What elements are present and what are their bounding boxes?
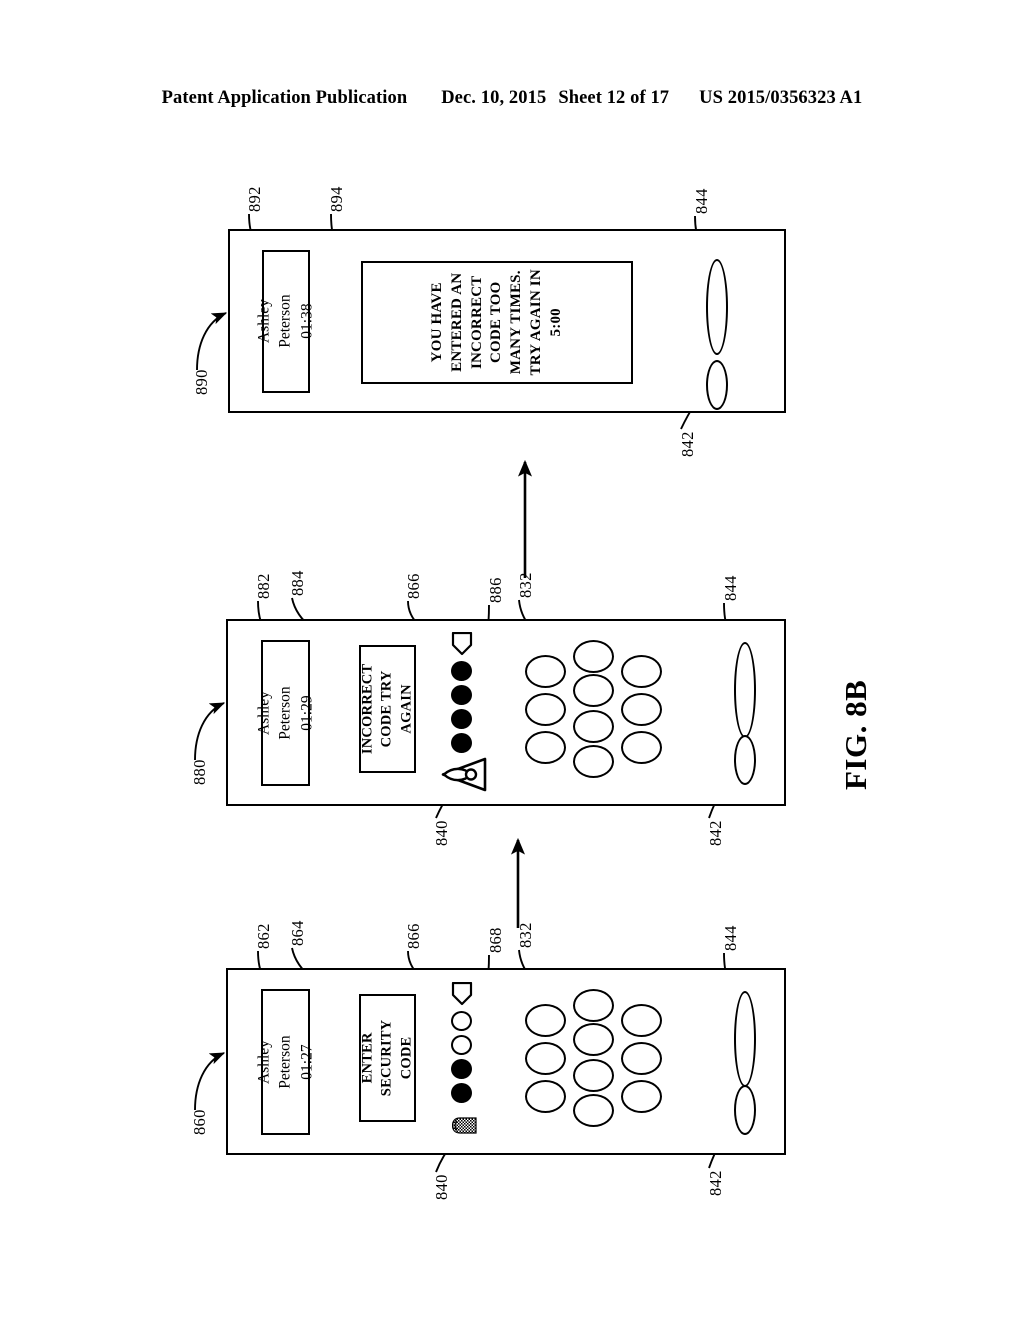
- message-line: CODE: [398, 1036, 415, 1080]
- callout-832-880: 832: [516, 572, 535, 598]
- code-dots-886: [451, 661, 472, 753]
- callout-832-860: 832: [516, 922, 535, 948]
- callout-844-890: 844: [692, 188, 711, 214]
- keypad-key[interactable]: [525, 1080, 566, 1113]
- code-dot: [451, 1035, 472, 1055]
- keypad-key[interactable]: [525, 731, 566, 764]
- message-box-894: YOU HAVE ENTERED AN INCORRECT CODE TOO M…: [361, 261, 633, 384]
- caller-name-862: Ashley Peterson: [255, 1035, 294, 1089]
- fingerprint-icon[interactable]: [452, 1117, 478, 1134]
- keypad-key[interactable]: [573, 1094, 614, 1127]
- callout-842-890: 842: [678, 431, 697, 457]
- callout-884: 884: [288, 570, 307, 596]
- callout-842-880: 842: [706, 820, 725, 846]
- keypad-key[interactable]: [573, 1059, 614, 1092]
- keypad-832[interactable]: [525, 989, 685, 1127]
- callout-890: 890: [192, 369, 211, 395]
- figure-label: FIG. 8B: [838, 679, 873, 790]
- message-line: INCORRECT: [468, 275, 485, 370]
- message-line: SECURITY: [378, 1019, 395, 1097]
- call-timer-882: 01:29: [298, 695, 316, 731]
- figure-8b: Ashley Peterson 01:38 YOU HAVE ENTERED A…: [0, 0, 1024, 1320]
- callout-894: 894: [327, 186, 346, 212]
- callout-862: 862: [254, 923, 273, 949]
- device-button-842[interactable]: [734, 735, 756, 785]
- shield-icon: [451, 632, 473, 656]
- device-button-842[interactable]: [706, 360, 728, 410]
- message-line: YOU HAVE: [428, 282, 445, 363]
- message-line: TRY AGAIN IN: [527, 269, 544, 376]
- status-box-892: Ashley Peterson 01:38: [256, 250, 316, 393]
- message-line: CODE TOO: [488, 281, 505, 364]
- message-line: ENTER: [359, 1032, 376, 1084]
- shield-icon: [451, 982, 473, 1006]
- message-line: ENTERED AN: [448, 272, 465, 373]
- callout-866-860: 866: [404, 923, 423, 949]
- callout-842-860: 842: [706, 1170, 725, 1196]
- keypad-key[interactable]: [621, 1080, 662, 1113]
- caller-name-882: Ashley Peterson: [255, 686, 294, 740]
- callout-886: 886: [486, 577, 505, 603]
- keypad-key[interactable]: [525, 1004, 566, 1037]
- code-dot: [451, 661, 472, 681]
- callout-844-860: 844: [721, 925, 740, 951]
- keypad-key[interactable]: [621, 693, 662, 726]
- keypad-key[interactable]: [621, 655, 662, 688]
- call-timer-892: 01:38: [298, 303, 316, 340]
- message-box-864: ENTER SECURITY CODE: [359, 994, 416, 1122]
- callout-892: 892: [245, 186, 264, 212]
- callout-864: 864: [288, 920, 307, 946]
- device-button-844[interactable]: [734, 642, 756, 738]
- message-line: INCORRECT: [359, 663, 376, 755]
- keypad-key[interactable]: [621, 731, 662, 764]
- message-box-884: INCORRECT CODE TRY AGAIN: [359, 645, 416, 773]
- keypad-key[interactable]: [573, 1023, 614, 1056]
- code-dot: [451, 1011, 472, 1031]
- callout-882: 882: [254, 573, 273, 599]
- keypad-key[interactable]: [525, 655, 566, 688]
- callout-880: 880: [190, 759, 209, 785]
- code-dot: [451, 733, 472, 753]
- code-dot: [451, 1059, 472, 1079]
- keypad-key[interactable]: [573, 989, 614, 1022]
- callout-860: 860: [190, 1109, 209, 1135]
- keypad-key[interactable]: [573, 710, 614, 743]
- message-line: MANY TIMES.: [507, 270, 524, 375]
- keypad-key[interactable]: [573, 674, 614, 707]
- code-dot: [451, 709, 472, 729]
- keypad-key[interactable]: [573, 640, 614, 673]
- status-box-882: Ashley Peterson 01:29: [255, 640, 315, 786]
- caller-name-892: Ashley Peterson: [255, 294, 295, 349]
- keypad-key[interactable]: [525, 693, 566, 726]
- keypad-key[interactable]: [621, 1004, 662, 1037]
- device-button-844[interactable]: [734, 991, 756, 1087]
- keypad-key[interactable]: [621, 1042, 662, 1075]
- code-dots-868: [451, 1011, 472, 1103]
- keypad-key[interactable]: [525, 1042, 566, 1075]
- device-button-842[interactable]: [734, 1085, 756, 1135]
- fingerprint-disabled-icon[interactable]: [440, 757, 487, 792]
- message-line: CODE TRY: [378, 670, 395, 748]
- message-line: 5:00: [547, 308, 564, 337]
- code-dot: [451, 685, 472, 705]
- keypad-key[interactable]: [573, 745, 614, 778]
- callout-840-880: 840: [432, 820, 451, 846]
- status-box-862: Ashley Peterson 01:27: [255, 989, 315, 1135]
- callout-866-880: 866: [404, 573, 423, 599]
- device-button-844[interactable]: [706, 259, 728, 355]
- callout-840-860: 840: [432, 1174, 451, 1200]
- callout-868: 868: [486, 927, 505, 953]
- call-timer-862: 01:27: [298, 1044, 316, 1080]
- message-line: AGAIN: [398, 684, 415, 734]
- callout-844-880: 844: [721, 575, 740, 601]
- keypad-832[interactable]: [525, 640, 685, 778]
- code-dot: [451, 1083, 472, 1103]
